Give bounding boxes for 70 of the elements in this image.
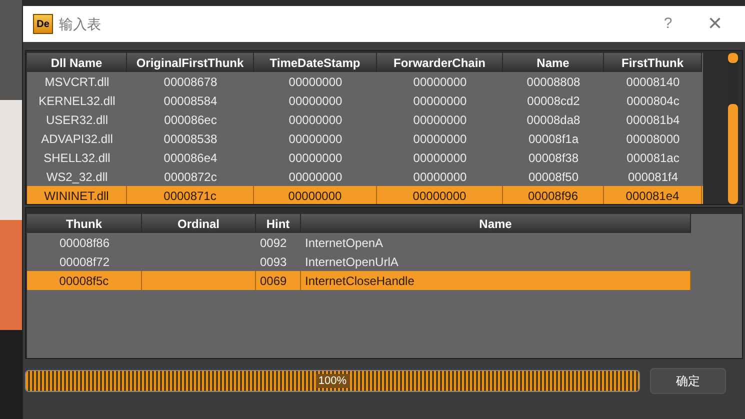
table-cell-text: ADVAPI32.dll (41, 130, 113, 148)
table-cell-text: 00000000 (288, 112, 342, 128)
table-row[interactable]: WININET.dll 0000871c 00000000 00000000 00008f96 000081e4 (27, 186, 703, 204)
column-header[interactable]: FirstThunk (604, 53, 702, 72)
table-cell-text: 0093 (260, 254, 287, 270)
table-cell-text: USER32.dll (46, 112, 108, 128)
column-header[interactable]: ForwarderChain (377, 53, 503, 72)
table-cell-text: 000086ec (164, 112, 217, 128)
column-header[interactable]: TimeDateStamp (254, 53, 377, 72)
table-cell-text: 00008f5c (59, 272, 109, 290)
table-cell-text: 00008808 (526, 74, 580, 90)
column-header[interactable]: OriginalFirstThunk (127, 53, 254, 72)
table-cell-text: InternetOpenUrlA (305, 254, 398, 270)
table-cell-text: 00008cd2 (527, 92, 580, 110)
help-button[interactable]: ? (653, 12, 683, 36)
table-cell-text: 00000000 (288, 74, 342, 90)
table-cell-text: 00000000 (288, 92, 342, 110)
window-title: 输入表 (59, 14, 101, 34)
table-cell-text: 00008584 (164, 92, 218, 110)
table-cell-text: 00000000 (288, 188, 342, 204)
ok-button[interactable]: 确定 (650, 368, 726, 394)
table-cell-text: 00008140 (626, 74, 680, 90)
table-cell-text: 000081b4 (626, 112, 680, 128)
close-button[interactable]: × (695, 6, 735, 42)
table-cell-text: 0069 (260, 272, 287, 290)
table-cell-text: 00008f50 (528, 168, 579, 186)
scrollbar[interactable] (728, 53, 738, 204)
table-cell-text: 00008f1a (528, 130, 579, 148)
table-cell-text: 0000804c (626, 92, 680, 110)
table-cell-text: 00000000 (413, 92, 467, 110)
table-cell-text: 00008000 (626, 130, 680, 148)
table-cell-text: 00008538 (164, 130, 218, 148)
table-cell-text: 000086e4 (164, 150, 218, 166)
table-cell-text: 00008f72 (59, 254, 110, 270)
column-header[interactable]: Name (301, 214, 691, 233)
app-logo: De (33, 14, 53, 34)
column-header[interactable]: Thunk (27, 214, 142, 233)
table-cell-text: 00000000 (288, 130, 342, 148)
table-cell-text: WININET.dll (44, 188, 109, 204)
table-cell-text: MSVCRT.dll (44, 74, 110, 90)
table-cell-text: InternetCloseHandle (305, 272, 414, 290)
table-cell-text: InternetOpenA (305, 234, 384, 252)
table-cell-text: 00008da8 (526, 112, 580, 128)
table-cell-text: 00000000 (413, 112, 467, 128)
table-cell-text: 00008f38 (528, 150, 579, 166)
table-cell-text: WS2_32.dll (46, 168, 108, 186)
table-cell-text: 00000000 (288, 150, 342, 166)
table-cell-text: 00000000 (412, 188, 466, 204)
table-cell-text: 00000000 (413, 150, 467, 166)
column-header[interactable]: Hint (256, 214, 301, 233)
table-row[interactable]: 00008f5c 0069 InternetCloseHandle (27, 271, 691, 290)
column-header[interactable]: Dll Name (27, 53, 127, 72)
table-cell-text: 00008f86 (59, 234, 110, 252)
table-cell-text: 00008f96 (528, 188, 578, 204)
table-cell-text: SHELL32.dll (44, 150, 110, 166)
table-cell-text: 000081e4 (626, 188, 680, 204)
table-cell-text: 0000872c (164, 168, 217, 186)
table-cell-text: 00000000 (413, 74, 467, 90)
table-cell-text: 00000000 (413, 130, 467, 148)
table-cell-text: 000081f4 (628, 168, 678, 186)
table-cell-text: 00008678 (164, 74, 218, 90)
table-cell-text: 0000871c (164, 188, 216, 204)
table-cell-text: 0092 (260, 234, 287, 252)
table-cell-text: 00000000 (288, 168, 342, 186)
table-cell-text: KERNEL32.dll (38, 92, 116, 110)
progress-label: 100% (315, 374, 350, 388)
table-cell-text: 000081ac (626, 150, 680, 166)
column-header[interactable]: Name (503, 53, 604, 72)
table-cell-text: 00000000 (413, 168, 467, 186)
column-header[interactable]: Ordinal (142, 214, 256, 233)
